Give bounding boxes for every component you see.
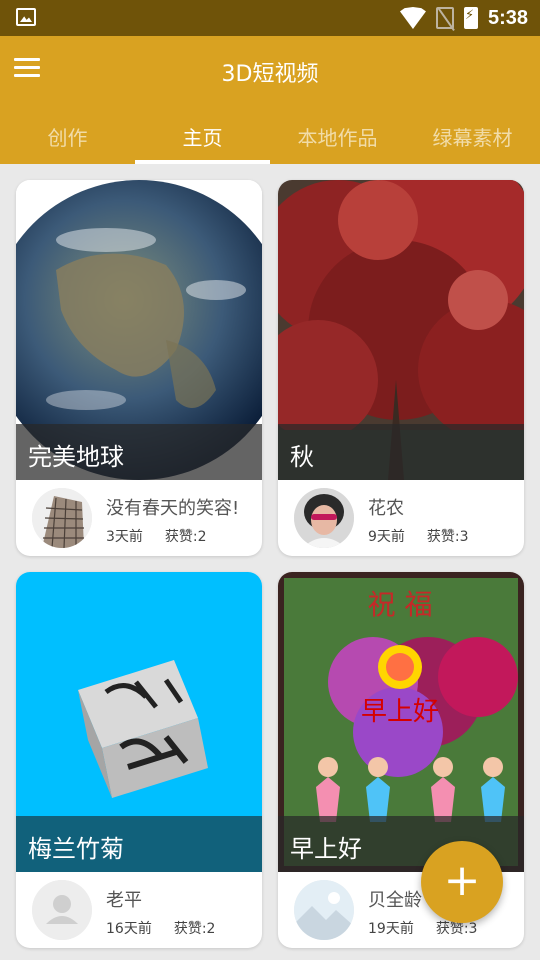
tab-local-works[interactable]: 本地作品 xyxy=(270,116,405,164)
author-name: 花农 xyxy=(368,498,404,519)
time-ago: 9天前 xyxy=(368,529,405,545)
likes-count: 获赞:3 xyxy=(426,529,469,545)
thumb-greeting-top: 祝 福 xyxy=(368,588,433,621)
no-sim-icon xyxy=(435,7,454,29)
author-name: 老平 xyxy=(106,890,142,911)
battery-charging-icon xyxy=(463,7,478,29)
tab-green-screen[interactable]: 绿幕素材 xyxy=(405,116,540,164)
app-header: 3D短视频 创作 主页 本地作品 绿幕素材 xyxy=(0,36,540,164)
app-title: 3D短视频 xyxy=(221,62,319,87)
gallery-notification-icon xyxy=(16,8,36,26)
wifi-icon xyxy=(399,7,426,29)
video-title: 秋 xyxy=(278,424,524,480)
avatar[interactable] xyxy=(294,488,354,548)
tab-home[interactable]: 主页 xyxy=(135,116,270,164)
video-card[interactable]: 完美地球 没有春天的笑容! 3天前 获赞:2 xyxy=(16,180,262,556)
likes-count: 获赞:2 xyxy=(173,921,216,937)
status-bar: 5:38 xyxy=(0,0,540,36)
avatar[interactable] xyxy=(32,488,92,548)
time-ago: 19天前 xyxy=(368,921,414,937)
avatar[interactable] xyxy=(294,880,354,940)
video-title: 完美地球 xyxy=(16,424,262,480)
add-video-button[interactable]: + xyxy=(421,841,503,923)
tab-bar: 创作 主页 本地作品 绿幕素材 xyxy=(0,116,540,164)
author-name: 没有春天的笑容! xyxy=(106,498,240,519)
status-icons: 5:38 xyxy=(399,5,528,31)
time-ago: 3天前 xyxy=(106,529,143,545)
video-card[interactable]: 秋 花农 9天前 获赞:3 xyxy=(278,180,524,556)
likes-count: 获赞:3 xyxy=(435,921,478,937)
video-title: 梅兰竹菊 xyxy=(16,816,262,872)
video-meta: 9天前 获赞:3 xyxy=(368,526,469,546)
time-ago: 16天前 xyxy=(106,921,152,937)
video-meta: 3天前 获赞:2 xyxy=(106,526,207,546)
author-name: 贝全龄 xyxy=(368,890,422,911)
video-card[interactable]: 梅兰竹菊 老平 16天前 获赞:2 xyxy=(16,572,262,948)
likes-count: 获赞:2 xyxy=(164,529,207,545)
video-meta: 16天前 获赞:2 xyxy=(106,918,215,938)
avatar[interactable] xyxy=(32,880,92,940)
status-time: 5:38 xyxy=(487,6,528,29)
thumb-greeting-main: 早上好 xyxy=(361,697,439,727)
tab-create[interactable]: 创作 xyxy=(0,116,135,164)
